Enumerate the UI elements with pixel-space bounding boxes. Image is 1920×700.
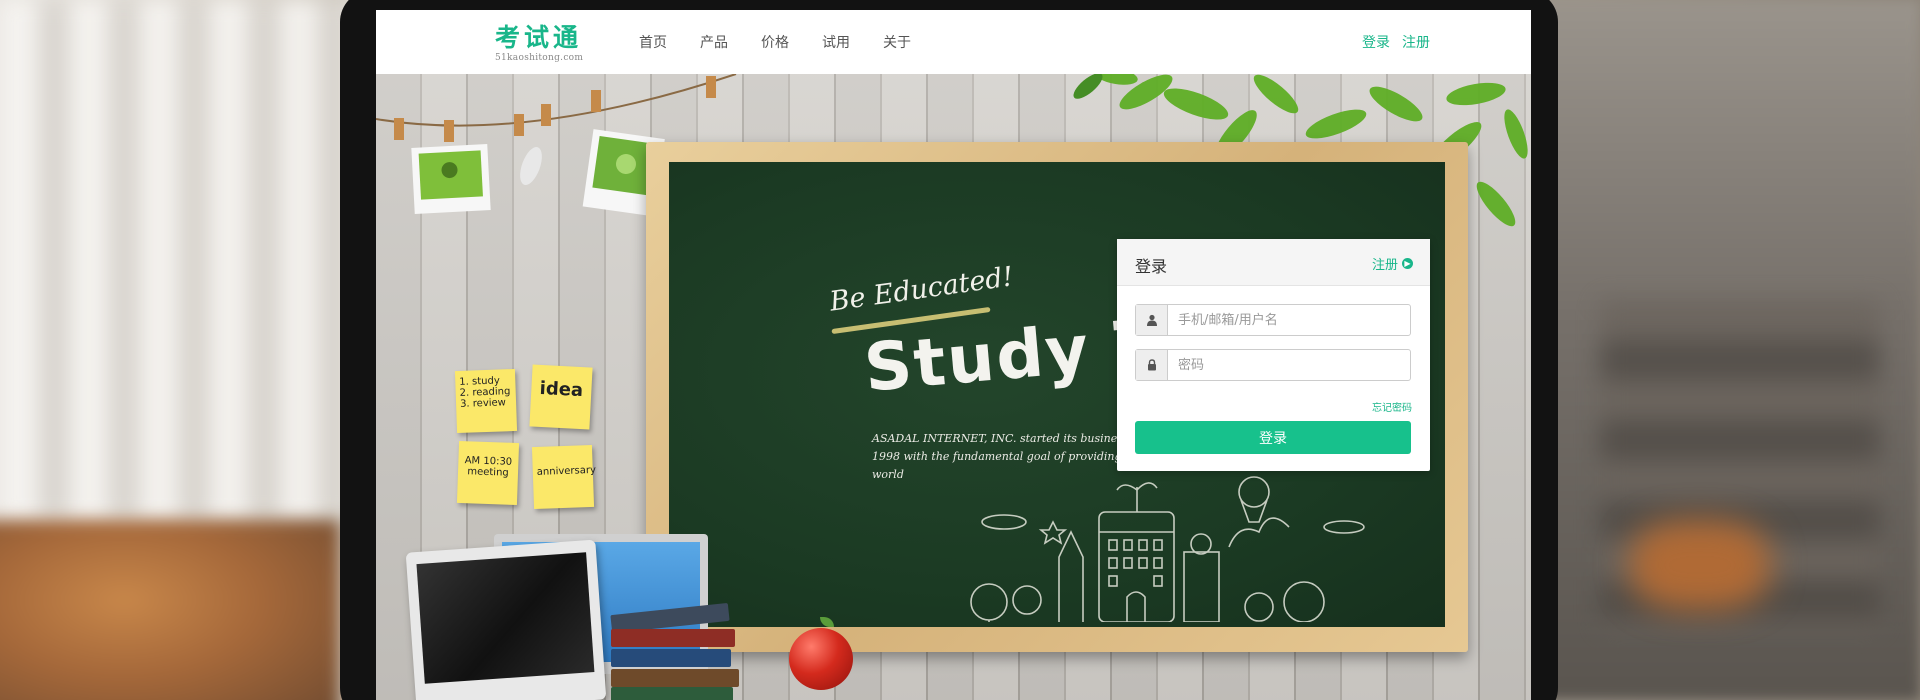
username-field	[1135, 304, 1411, 336]
user-icon	[1136, 305, 1168, 335]
chalk-city-drawing	[970, 476, 1365, 622]
nav-trial[interactable]: 试用	[822, 32, 850, 52]
apple-image	[789, 628, 853, 690]
nav-pricing[interactable]: 价格	[761, 32, 789, 52]
header-login-link[interactable]: 登录	[1362, 32, 1390, 52]
sticky-note-anniversary: anniversary	[531, 444, 596, 510]
circle-arrow-right-icon: ▶	[1402, 258, 1413, 269]
sticky-note-line: meeting	[467, 466, 509, 479]
nav-about[interactable]: 关于	[883, 32, 911, 52]
hero-banner: 1. study 2. reading 3. review idea AM 10…	[376, 74, 1531, 700]
nav-products[interactable]: 产品	[700, 32, 728, 52]
password-field	[1135, 349, 1411, 381]
password-input[interactable]	[1168, 350, 1410, 380]
login-panel-register-link[interactable]: 注册 ▶	[1372, 254, 1413, 273]
header-auth-links: 登录 注册	[1362, 32, 1430, 52]
site-header: 考试通 51kaoshitong.com 首页 产品 价格 试用 关于 登录 注…	[376, 10, 1531, 74]
logo-domain: 51kaoshitong.com	[495, 53, 584, 63]
sticky-note-meeting: AM 10:30 meeting	[456, 440, 520, 506]
register-link-label: 注册	[1371, 257, 1398, 272]
book-stack-image	[610, 602, 741, 700]
main-nav: 首页 产品 价格 试用 关于	[639, 32, 911, 52]
background-window	[0, 0, 360, 520]
forgot-password-link[interactable]: 忘记密码	[1372, 399, 1412, 414]
header-register-link[interactable]: 注册	[1402, 32, 1430, 52]
sticky-note-line: 3. review	[459, 397, 507, 410]
background-object	[1630, 520, 1770, 610]
lock-icon	[1136, 350, 1168, 380]
login-panel: 登录 注册 ▶ 忘记密码 登录	[1117, 239, 1430, 471]
desk-laptop-image	[405, 539, 607, 700]
website-screen: 考试通 51kaoshitong.com 首页 产品 价格 试用 关于 登录 注…	[376, 10, 1531, 700]
background-couch	[0, 520, 340, 700]
logo-title: 考试通	[495, 23, 583, 52]
login-panel-header: 登录 注册 ▶	[1117, 239, 1430, 286]
nav-home[interactable]: 首页	[639, 32, 667, 52]
sticky-note-todo: 1. study 2. reading 3. review	[454, 368, 518, 434]
sticky-note-idea: idea	[529, 364, 593, 430]
username-input[interactable]	[1168, 305, 1410, 335]
site-logo[interactable]: 考试通 51kaoshitong.com	[495, 23, 585, 64]
login-submit-button[interactable]: 登录	[1135, 421, 1411, 454]
login-panel-title: 登录	[1135, 259, 1168, 276]
